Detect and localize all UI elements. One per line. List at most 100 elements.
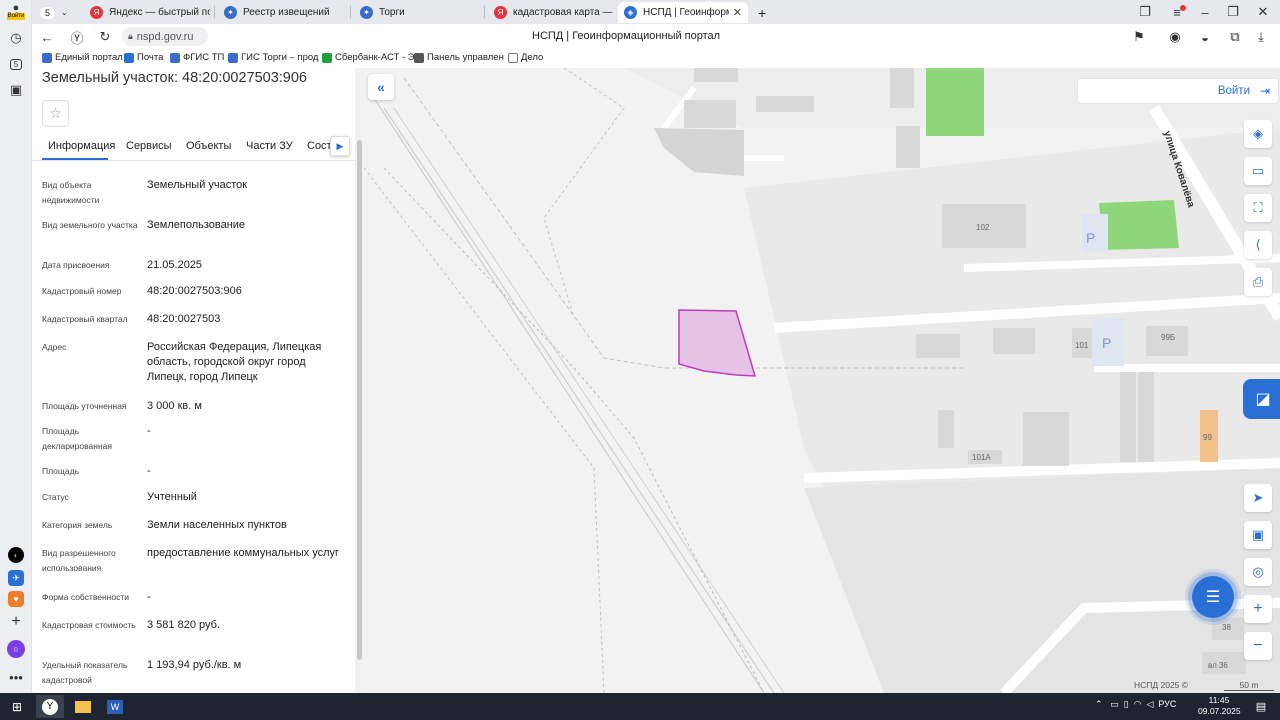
field-label: Кадастровая стоимость [42, 620, 136, 630]
tabs-scroll-right-icon[interactable]: ▶ [330, 136, 350, 156]
emblem-icon [170, 52, 180, 63]
bookmarks-bar: Единый портал Почта ФГИС ТП ГИС Торги – … [32, 50, 1280, 68]
field-value: Землепользование [147, 219, 246, 231]
collapse-panel-icon[interactable]: « [368, 74, 394, 100]
alice-icon[interactable]: ○ [7, 640, 25, 658]
building [756, 96, 814, 112]
boundary-line [383, 167, 765, 693]
tab-label: Торги [379, 7, 405, 18]
zoom-in-icon[interactable]: + [1244, 595, 1272, 623]
tab-registry[interactable]: ✦ Реестр извещений [218, 2, 344, 23]
tray-chevron-icon[interactable]: ⌃ [1095, 699, 1103, 709]
map-scale: 50 m [1224, 680, 1274, 691]
wifi-icon[interactable]: ◠ [1134, 699, 1142, 709]
window-close-icon[interactable]: ✕ [1254, 3, 1272, 21]
field-value: Российская Федерация, Липецкая область, … [147, 341, 322, 383]
assistant-icon[interactable]: ◪ [1243, 379, 1280, 419]
login-button[interactable]: Войти ⇥ [1077, 78, 1279, 104]
vpn-icon[interactable]: ◒ [1196, 28, 1214, 46]
word-icon[interactable]: W [102, 695, 128, 718]
tab-label: Реестр извещений [243, 7, 330, 18]
bookmark-item[interactable]: ГИС Торги – прод [228, 52, 318, 63]
selected-parcel[interactable] [678, 309, 757, 377]
download-icon[interactable]: ⤓ [1252, 28, 1270, 46]
bookmark-icon[interactable]: ⚑ [1130, 28, 1148, 46]
bookmark-item[interactable]: Единый портал [42, 52, 123, 63]
market-icon[interactable]: ♥ [8, 591, 24, 607]
field-value: - [147, 465, 151, 477]
app-icon-green[interactable]: ◐ [8, 547, 24, 563]
tab-label: кадастровая карта — Янд [513, 7, 614, 18]
language-indicator[interactable]: РУС [1158, 699, 1176, 709]
notifications-icon[interactable]: ▤ [1248, 695, 1274, 718]
parcel-info-panel: Земельный участок: 48:20:0027503:906 ☆ И… [32, 68, 356, 693]
restore-icon[interactable]: ❐ [1224, 3, 1242, 21]
profile-button[interactable]: ● Войти [6, 2, 26, 20]
field-label: Удельный показатель кадастровой [42, 660, 128, 685]
tab-yandex[interactable]: Я Яндекс — быстрый поиск [84, 2, 210, 23]
navigate-icon[interactable]: ➤ [1244, 484, 1272, 512]
tab-cadastral-map[interactable]: Я кадастровая карта — Янд [488, 2, 614, 23]
tab-services[interactable]: Сервисы [126, 140, 172, 152]
yandex-browser-icon[interactable]: Y [36, 695, 64, 718]
bookmark-item[interactable]: Сбербанк-АСТ - Э [322, 52, 415, 63]
tab-nspd[interactable]: ◈ НСПД | Геоинформацио ✕ [618, 2, 748, 23]
new-tab-button[interactable]: + [754, 2, 776, 23]
bookmark-item[interactable]: Дело [508, 52, 543, 63]
network-icon[interactable]: ▭ [1110, 699, 1119, 709]
battery-icon[interactable]: ▯ [1124, 699, 1129, 709]
minimap-icon[interactable]: ▣ [1244, 521, 1272, 549]
browser-sidebar: ● Войти ◷ 5 ▣ ◐ ✈ ♥ + ○ ••• [0, 0, 32, 693]
extension-icon[interactable]: ◉ [1166, 28, 1184, 46]
yandex-home-icon[interactable]: Ⓨ [68, 28, 86, 46]
map-view[interactable]: 102 101 99Б 101А 99 38 вл 36 P P улица К… [364, 68, 1280, 693]
share-icon[interactable]: ⟨ [1244, 231, 1272, 259]
layers-icon[interactable]: ◈ [1244, 120, 1272, 148]
bookmark-item[interactable]: Панель управлен [414, 52, 504, 63]
building-number-label: 101 [1075, 341, 1089, 350]
favorite-star-icon[interactable]: ☆ [42, 100, 69, 127]
bookmark-icon [42, 52, 52, 63]
close-icon[interactable]: ✕ [733, 6, 742, 19]
location-icon[interactable]: ◎ [1244, 558, 1272, 586]
print-icon[interactable]: ⎙ [1244, 268, 1272, 296]
select-area-icon[interactable]: ⛶ [1244, 194, 1272, 222]
panel-scrollbar-thumb[interactable] [357, 140, 362, 660]
media-icon[interactable]: ▣ [6, 80, 26, 100]
tabs-divider [32, 160, 356, 161]
zoom-out-icon[interactable]: − [1244, 632, 1272, 660]
back-icon[interactable]: ← [38, 28, 56, 46]
add-icon[interactable]: + [6, 612, 26, 632]
minimize-icon[interactable]: – [1196, 3, 1214, 21]
tab-group-button[interactable]: 5 ⌄ [34, 2, 72, 23]
more-icon[interactable]: ••• [6, 667, 26, 687]
file-explorer-icon[interactable] [70, 695, 96, 718]
clock[interactable]: 11:45 09.07.2025 [1198, 695, 1241, 717]
building-number-label: вл 36 [1208, 661, 1228, 670]
chat-icon[interactable]: ☰ [1192, 576, 1234, 618]
bookmark-item[interactable]: Почта [124, 52, 163, 63]
messenger-icon[interactable]: ✈ [8, 570, 24, 586]
user-icon: ● [12, 1, 20, 14]
ruler-icon[interactable]: ▭ [1244, 157, 1272, 185]
tabs-overview-icon[interactable]: ❐ [1136, 3, 1154, 21]
volume-icon[interactable]: ◁ [1146, 699, 1153, 709]
tab-parts[interactable]: Части ЗУ [246, 140, 293, 152]
boundary-line [543, 68, 625, 319]
clock-time: 11:45 [1208, 695, 1230, 705]
tabs-count-icon[interactable]: 5 [6, 54, 26, 74]
building [654, 128, 744, 176]
tab-information[interactable]: Информация [48, 140, 115, 152]
share-icon[interactable]: ⧉ [1226, 28, 1244, 46]
yandex-icon: Я [494, 6, 507, 19]
field-value: - [147, 591, 151, 603]
field-value: Земельный участок [147, 179, 248, 191]
tab-auctions[interactable]: ✦ Торги [354, 2, 480, 23]
field-value: - [147, 425, 151, 437]
reload-icon[interactable]: ↻ [96, 28, 114, 46]
windows-start-icon[interactable]: ⊞ [4, 695, 30, 718]
url-field[interactable]: 🔒︎ nspd.gov.ru [122, 27, 208, 46]
bookmark-item[interactable]: ФГИС ТП [170, 52, 224, 63]
tab-objects[interactable]: Объекты [186, 140, 231, 152]
history-icon[interactable]: ◷ [6, 28, 26, 48]
